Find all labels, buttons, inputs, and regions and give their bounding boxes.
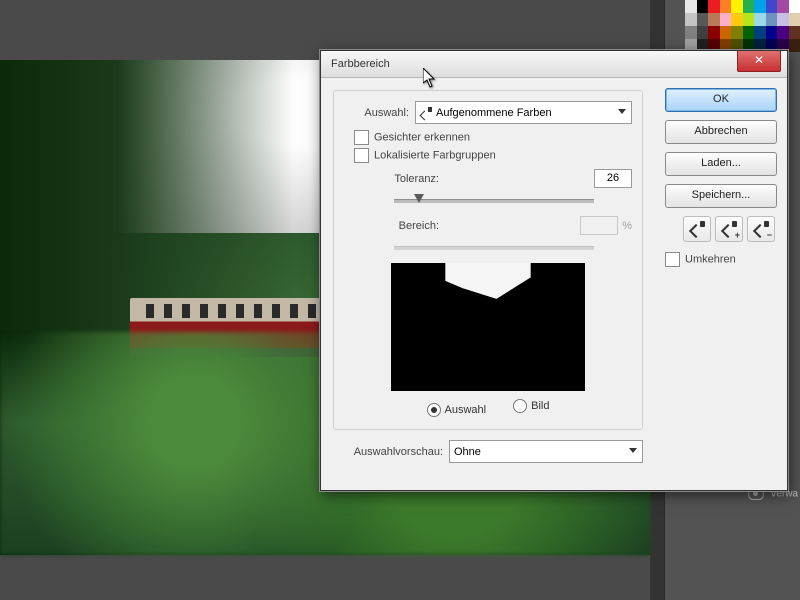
tolerance-slider[interactable] [394,194,594,208]
swatch[interactable] [789,39,800,52]
range-label: Bereich: [344,220,449,232]
selection-preview[interactable] [391,263,585,391]
chevron-down-icon [629,448,637,453]
swatch[interactable] [777,26,789,39]
swatch[interactable] [789,26,800,39]
swatch[interactable] [731,26,743,39]
swatch[interactable] [708,0,720,13]
swatch[interactable] [754,0,766,13]
checkbox-icon [354,130,369,145]
auswahl-dropdown[interactable]: Aufgenommene Farben [415,101,632,124]
swatch[interactable] [720,26,732,39]
swatch[interactable] [731,13,743,26]
swatch[interactable] [697,13,709,26]
localized-groups-checkbox[interactable]: Lokalisierte Farbgruppen [354,148,632,163]
swatch[interactable] [777,13,789,26]
ok-button[interactable]: OK [665,88,777,112]
checkbox-icon [354,148,369,163]
options-group: Auswahl: Aufgenommene Farben Gesichter e… [333,90,643,430]
load-button[interactable]: Laden... [665,152,777,176]
cancel-button[interactable]: Abbrechen [665,120,777,144]
swatch[interactable] [720,13,732,26]
swatch[interactable] [708,13,720,26]
swatch[interactable] [720,0,732,13]
range-input [580,216,618,235]
eyedropper-add-tool[interactable]: + [715,216,743,242]
tolerance-label: Toleranz: [344,173,449,185]
swatch[interactable] [708,26,720,39]
swatch[interactable] [743,26,755,39]
range-slider [394,241,594,255]
save-button[interactable]: Speichern... [665,184,777,208]
preview-mode-label: Auswahlvorschau: [333,446,443,458]
swatch[interactable] [789,0,800,13]
dialog-titlebar[interactable]: Farbbereich ✕ [321,51,787,78]
eyedropper-icon [420,107,432,119]
swatch[interactable] [697,26,709,39]
swatch[interactable] [777,0,789,13]
swatch[interactable] [685,13,697,26]
radio-on-icon [427,403,441,417]
color-range-dialog: Farbbereich ✕ Auswahl: Aufgenommene Farb… [320,50,788,491]
swatch[interactable] [743,13,755,26]
invert-checkbox[interactable]: Umkehren [665,252,775,267]
color-swatches-panel[interactable] [685,0,800,52]
radio-off-icon [513,399,527,413]
auswahl-label: Auswahl: [344,107,409,119]
swatch[interactable] [754,13,766,26]
close-button[interactable]: ✕ [737,51,781,72]
preview-mode-dropdown[interactable]: Ohne [449,440,643,463]
swatch[interactable] [766,0,778,13]
radio-auswahl[interactable]: Auswahl [427,403,487,417]
tolerance-input[interactable]: 26 [594,169,632,188]
swatch[interactable] [754,26,766,39]
checkbox-icon [665,252,680,267]
radio-bild[interactable]: Bild [513,399,549,413]
swatch[interactable] [697,0,709,13]
dialog-title: Farbbereich [331,58,390,70]
swatch[interactable] [685,0,697,13]
swatch[interactable] [766,26,778,39]
swatch[interactable] [731,0,743,13]
detect-faces-checkbox[interactable]: Gesichter erkennen [354,130,632,145]
swatch[interactable] [685,26,697,39]
eyedropper-tool[interactable] [683,216,711,242]
swatch[interactable] [789,13,800,26]
swatch[interactable] [743,0,755,13]
chevron-down-icon [618,109,626,114]
swatch[interactable] [766,13,778,26]
eyedropper-subtract-tool[interactable]: − [747,216,775,242]
